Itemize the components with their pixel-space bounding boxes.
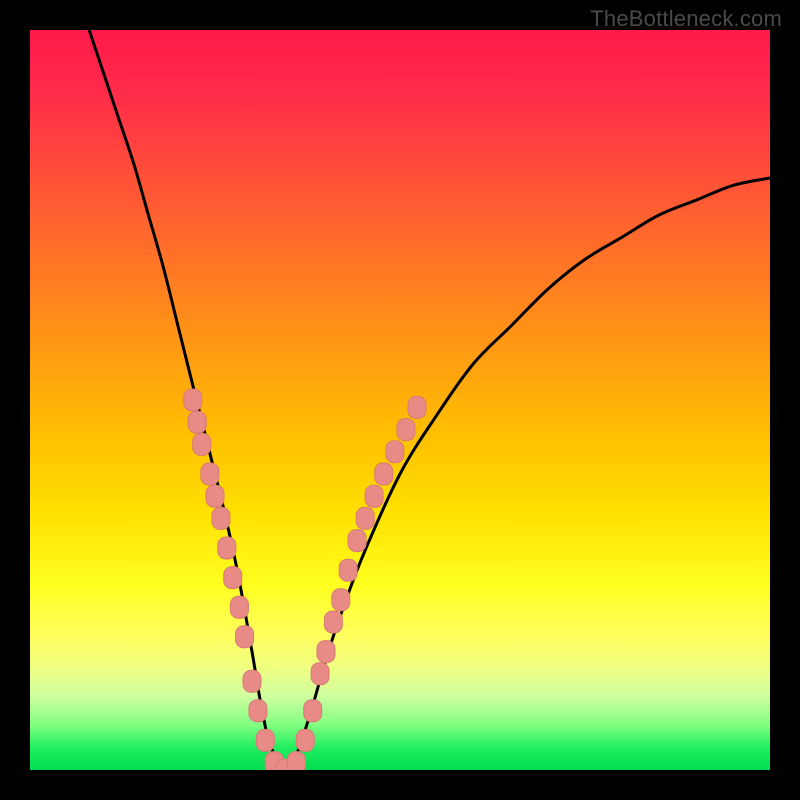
chart-frame (30, 30, 770, 770)
data-marker (249, 700, 267, 722)
data-marker (296, 729, 314, 751)
data-marker (356, 507, 374, 529)
data-marker (317, 641, 335, 663)
data-markers (184, 389, 426, 770)
data-marker (311, 663, 329, 685)
data-marker (375, 463, 393, 485)
data-marker (332, 589, 350, 611)
data-marker (339, 559, 357, 581)
data-marker (256, 729, 274, 751)
data-marker (397, 419, 415, 441)
chart-svg (30, 30, 770, 770)
data-marker (230, 596, 248, 618)
watermark-text: TheBottleneck.com (590, 6, 782, 32)
data-marker (184, 389, 202, 411)
data-marker (365, 485, 383, 507)
data-marker (324, 611, 342, 633)
data-marker (201, 463, 219, 485)
data-marker (212, 507, 230, 529)
data-marker (218, 537, 236, 559)
data-marker (287, 752, 305, 770)
data-marker (193, 433, 211, 455)
data-marker (236, 626, 254, 648)
data-marker (188, 411, 206, 433)
data-marker (304, 700, 322, 722)
data-marker (348, 530, 366, 552)
data-marker (243, 670, 261, 692)
data-marker (386, 441, 404, 463)
data-marker (206, 485, 224, 507)
data-marker (408, 396, 426, 418)
data-marker (224, 567, 242, 589)
